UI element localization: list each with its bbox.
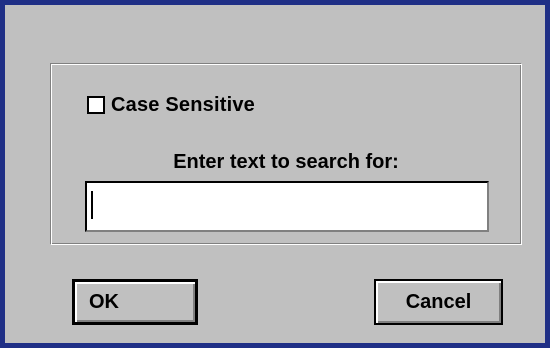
case-sensitive-option[interactable]: Case Sensitive <box>87 93 255 117</box>
case-sensitive-checkbox[interactable] <box>87 96 105 114</box>
search-text-input[interactable] <box>85 181 489 232</box>
text-caret <box>91 191 93 219</box>
ok-button[interactable]: OK <box>72 279 198 325</box>
case-sensitive-label: Case Sensitive <box>111 93 255 116</box>
search-prompt-label: Enter text to search for: <box>173 151 399 173</box>
cancel-button[interactable]: Cancel <box>374 279 503 325</box>
search-dialog: Case Sensitive Enter text to search for:… <box>0 0 550 348</box>
